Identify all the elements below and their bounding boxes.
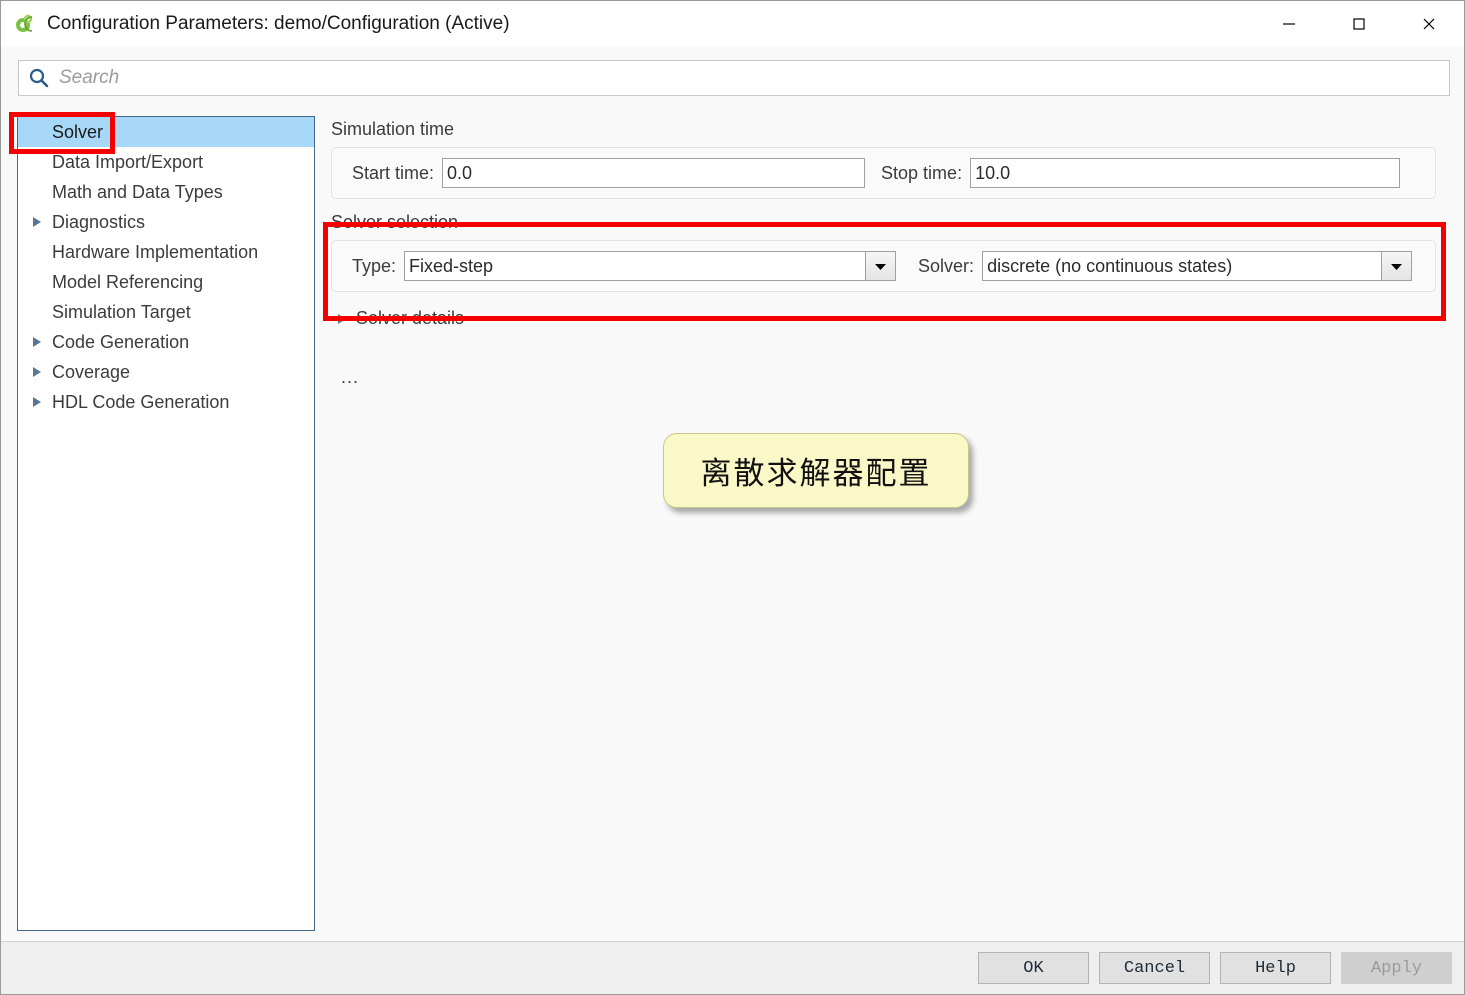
solver-details-expander[interactable]: Solver details bbox=[331, 308, 1451, 329]
triangle-right-icon[interactable] bbox=[28, 336, 46, 348]
annotation-callout: 离散求解器配置 bbox=[663, 433, 969, 508]
window-title: Configuration Parameters: demo/Configura… bbox=[47, 12, 510, 34]
start-time-label: Start time: bbox=[352, 162, 435, 183]
sidebar-item-simulation-target[interactable]: Simulation Target bbox=[18, 297, 314, 327]
sidebar-item-model-referencing[interactable]: Model Referencing bbox=[18, 267, 314, 297]
stop-time-field[interactable]: 10.0 bbox=[970, 158, 1401, 188]
solver-details-label: Solver details bbox=[356, 308, 465, 328]
apply-button: Apply bbox=[1341, 952, 1452, 984]
sidebar-item-label: Coverage bbox=[52, 361, 131, 382]
triangle-right-icon[interactable] bbox=[28, 216, 46, 228]
sidebar-item-hdl-code-generation[interactable]: HDL Code Generation bbox=[18, 387, 314, 417]
chevron-down-icon[interactable] bbox=[865, 251, 897, 281]
dialog-footer: OK Cancel Help Apply bbox=[1, 941, 1464, 994]
main-content: Simulation time Start time: 0.0 Stop tim… bbox=[331, 119, 1451, 934]
ok-button[interactable]: OK bbox=[978, 952, 1089, 984]
window-controls bbox=[1254, 1, 1464, 46]
triangle-right-icon bbox=[337, 313, 347, 325]
simulation-time-groupbox: Start time: 0.0 Stop time: 10.0 bbox=[331, 147, 1436, 199]
search-input[interactable]: Search bbox=[18, 60, 1450, 96]
search-placeholder: Search bbox=[59, 67, 120, 88]
close-button[interactable] bbox=[1394, 1, 1464, 46]
maximize-button[interactable] bbox=[1324, 1, 1394, 46]
sidebar-item-label: Solver bbox=[52, 121, 104, 142]
sidebar-item-label: Diagnostics bbox=[52, 211, 146, 232]
sidebar-item-label: Math and Data Types bbox=[52, 181, 223, 202]
chevron-down-icon[interactable] bbox=[1381, 251, 1413, 281]
sidebar-item-solver[interactable]: Solver bbox=[18, 117, 314, 147]
start-time-field[interactable]: 0.0 bbox=[442, 158, 866, 188]
sidebar-item-hardware-implementation[interactable]: Hardware Implementation bbox=[18, 237, 314, 267]
solver-type-dropdown[interactable]: Fixed-step bbox=[404, 251, 897, 281]
title-bar: Configuration Parameters: demo/Configura… bbox=[1, 1, 1464, 46]
sidebar-item-label: Data Import/Export bbox=[52, 151, 204, 172]
sidebar-item-label: HDL Code Generation bbox=[52, 391, 230, 412]
sidebar-item-code-generation[interactable]: Code Generation bbox=[18, 327, 314, 357]
settings-tree-panel[interactable]: Solver Data Import/Export Math and Data Ty… bbox=[17, 116, 315, 931]
sidebar-item-diagnostics[interactable]: Diagnostics bbox=[18, 207, 314, 237]
cancel-button[interactable]: Cancel bbox=[1099, 952, 1210, 984]
solver-selection-title: Solver selection bbox=[331, 212, 459, 232]
sidebar-item-label: Hardware Implementation bbox=[52, 241, 259, 262]
search-bar-row: Search bbox=[1, 46, 1464, 110]
solver-selection-groupbox: Type: Fixed-step Solver: discrete (no co… bbox=[331, 240, 1436, 292]
solver-dropdown[interactable]: discrete (no continuous states) bbox=[982, 251, 1413, 281]
help-button[interactable]: Help bbox=[1220, 952, 1331, 984]
simulation-time-title: Simulation time bbox=[331, 119, 455, 139]
sidebar-item-data-import-export[interactable]: Data Import/Export bbox=[18, 147, 314, 177]
sidebar-item-label: Code Generation bbox=[52, 331, 190, 352]
overflow-indicator: ... bbox=[341, 367, 360, 387]
triangle-right-icon[interactable] bbox=[28, 396, 46, 408]
configuration-parameters-window: Configuration Parameters: demo/Configura… bbox=[0, 0, 1465, 995]
simulation-time-section: Simulation time Start time: 0.0 Stop tim… bbox=[331, 119, 1451, 199]
triangle-right-icon[interactable] bbox=[28, 366, 46, 378]
minimize-button[interactable] bbox=[1254, 1, 1324, 46]
sidebar-item-coverage[interactable]: Coverage bbox=[18, 357, 314, 387]
solver-type-label: Type: bbox=[352, 255, 397, 276]
sidebar-item-math-and-data-types[interactable]: Math and Data Types bbox=[18, 177, 314, 207]
sidebar-item-label: Simulation Target bbox=[52, 301, 191, 322]
stop-time-label: Stop time: bbox=[881, 162, 963, 183]
annotation-callout-text: 离散求解器配置 bbox=[700, 456, 932, 492]
solver-type-value: Fixed-step bbox=[404, 251, 866, 281]
solver-selection-section: Solver selection Type: Fixed-step Solver… bbox=[331, 212, 1451, 292]
sidebar-item-label: Model Referencing bbox=[52, 271, 204, 292]
solver-value: discrete (no continuous states) bbox=[982, 251, 1382, 281]
search-icon bbox=[28, 67, 50, 89]
solver-label: Solver: bbox=[918, 255, 975, 276]
simulink-gear-icon bbox=[13, 12, 37, 36]
